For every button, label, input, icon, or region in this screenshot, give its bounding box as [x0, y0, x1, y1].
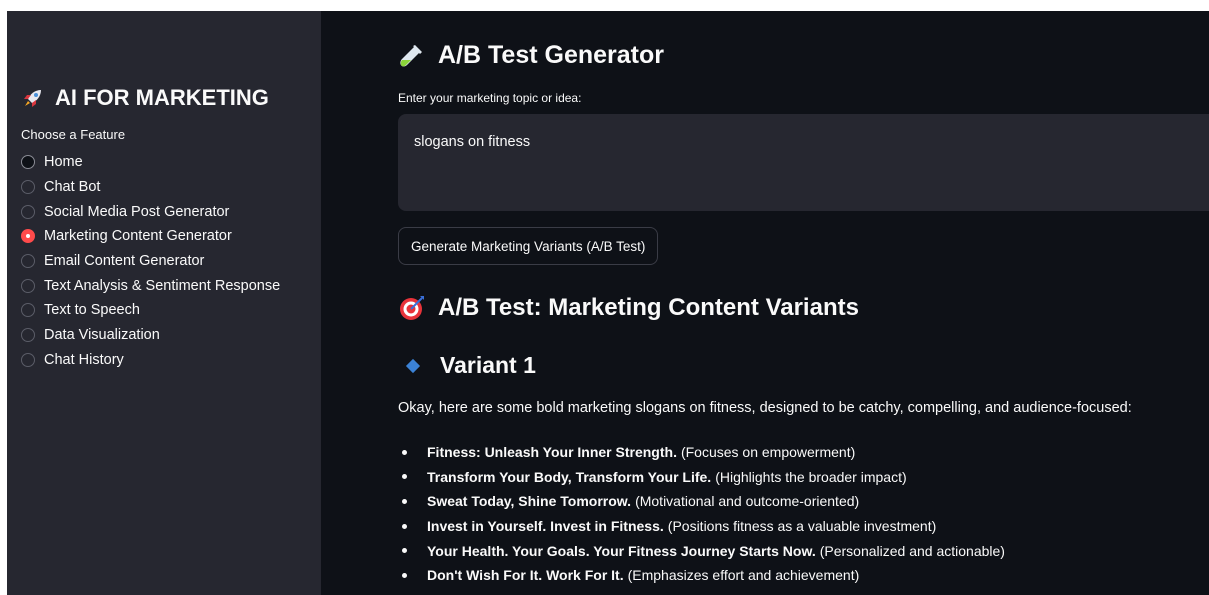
radio-label: Text to Speech	[44, 302, 140, 319]
radio-text-to-speech[interactable]: Text to Speech	[21, 298, 321, 323]
radio-label: Email Content Generator	[44, 253, 205, 270]
generate-variants-button[interactable]: Generate Marketing Variants (A/B Test)	[398, 227, 659, 265]
slogan-text: Your Health. Your Goals. Your Fitness Jo…	[427, 542, 816, 559]
page-title-text: A/B Test Generator	[438, 41, 664, 69]
radio-circle[interactable]	[21, 180, 35, 195]
diamond-icon	[405, 358, 421, 373]
radio-circle[interactable]	[21, 328, 35, 343]
slogan-note: (Focuses on empowerment)	[680, 444, 856, 461]
brand-title: AI FOR MARKETING	[55, 85, 269, 110]
variant-title-text: Variant 1	[440, 352, 536, 378]
list-item: Sweat Today, Shine Tomorrow. (Motivation…	[398, 489, 1005, 514]
slogan-list: Fitness: Unleash Your Inner Strength. (F…	[398, 440, 1005, 588]
list-item: Fitness: Unleash Your Inner Strength. (F…	[398, 440, 1005, 465]
radio-label: Chat History	[44, 351, 124, 368]
radio-label: Text Analysis & Sentiment Response	[44, 277, 281, 294]
topic-textarea[interactable]: slogans on fitness	[398, 114, 1209, 211]
sidebar: AI FOR MARKETING Choose a Feature Home C…	[7, 11, 321, 595]
radio-marketing-content-generator[interactable]: Marketing Content Generator	[21, 224, 321, 249]
radio-label: Marketing Content Generator	[44, 228, 232, 245]
slogan-note: (Personalized and actionable)	[819, 542, 1005, 559]
app-window: AI FOR MARKETING Choose a Feature Home C…	[7, 11, 1209, 595]
bullet-icon	[402, 548, 407, 554]
section-title-text: A/B Test: Marketing Content Variants	[438, 294, 859, 321]
slogan-text: Fitness: Unleash Your Inner Strength.	[427, 444, 677, 461]
list-item: Your Health. Your Goals. Your Fitness Jo…	[398, 538, 1005, 563]
bullet-icon	[402, 474, 407, 480]
variant-intro: Okay, here are some bold marketing sloga…	[398, 400, 1132, 416]
radio-circle[interactable]	[21, 254, 35, 269]
feature-label: Choose a Feature	[21, 127, 126, 142]
topic-input-label: Enter your marketing topic or idea:	[398, 91, 582, 105]
radio-circle[interactable]	[21, 155, 35, 170]
radio-chat-history[interactable]: Chat History	[21, 348, 321, 373]
slogan-note: (Positions fitness as a valuable investm…	[667, 518, 937, 535]
rocket-icon	[24, 90, 41, 107]
list-item: Don't Wish For It. Work For It. (Emphasi…	[398, 563, 1005, 588]
radio-circle[interactable]	[21, 278, 35, 293]
test-tube-icon	[400, 44, 422, 66]
target-icon	[400, 296, 424, 320]
feature-radio-group: Home Chat Bot Social Media Post Generato…	[21, 150, 321, 372]
radio-label: Home	[44, 154, 83, 171]
radio-circle-selected[interactable]	[21, 229, 35, 244]
radio-label: Data Visualization	[44, 327, 160, 344]
page-title: A/B Test Generator	[398, 41, 664, 70]
main-content: A/B Test Generator Enter your marketing …	[321, 11, 1209, 595]
bullet-icon	[402, 449, 407, 455]
radio-data-visualization[interactable]: Data Visualization	[21, 323, 321, 348]
radio-social-media-post-generator[interactable]: Social Media Post Generator	[21, 199, 321, 224]
radio-home[interactable]: Home	[21, 150, 321, 175]
slogan-text: Transform Your Body, Transform Your Life…	[427, 468, 712, 485]
radio-circle[interactable]	[21, 352, 35, 367]
bullet-icon	[402, 498, 407, 504]
bullet-icon	[402, 523, 407, 529]
slogan-text: Invest in Yourself. Invest in Fitness.	[427, 518, 664, 535]
list-item: Transform Your Body, Transform Your Life…	[398, 465, 1005, 490]
radio-chat-bot[interactable]: Chat Bot	[21, 175, 321, 200]
radio-circle[interactable]	[21, 303, 35, 318]
section-title: A/B Test: Marketing Content Variants	[398, 294, 859, 322]
radio-email-content-generator[interactable]: Email Content Generator	[21, 249, 321, 274]
variant-title: Variant 1	[405, 352, 536, 379]
radio-text-analysis[interactable]: Text Analysis & Sentiment Response	[21, 273, 321, 298]
slogan-note: (Highlights the broader impact)	[715, 468, 907, 485]
sidebar-brand: AI FOR MARKETING	[21, 83, 321, 113]
radio-circle[interactable]	[21, 204, 35, 219]
slogan-note: (Emphasizes effort and achievement)	[627, 567, 860, 584]
slogan-text: Don't Wish For It. Work For It.	[427, 567, 624, 584]
list-item: Invest in Yourself. Invest in Fitness. (…	[398, 514, 1005, 539]
bullet-icon	[402, 572, 407, 578]
slogan-note: (Motivational and outcome-oriented)	[635, 493, 860, 510]
slogan-text: Sweat Today, Shine Tomorrow.	[427, 493, 632, 510]
radio-label: Social Media Post Generator	[44, 203, 230, 220]
radio-label: Chat Bot	[44, 179, 101, 196]
